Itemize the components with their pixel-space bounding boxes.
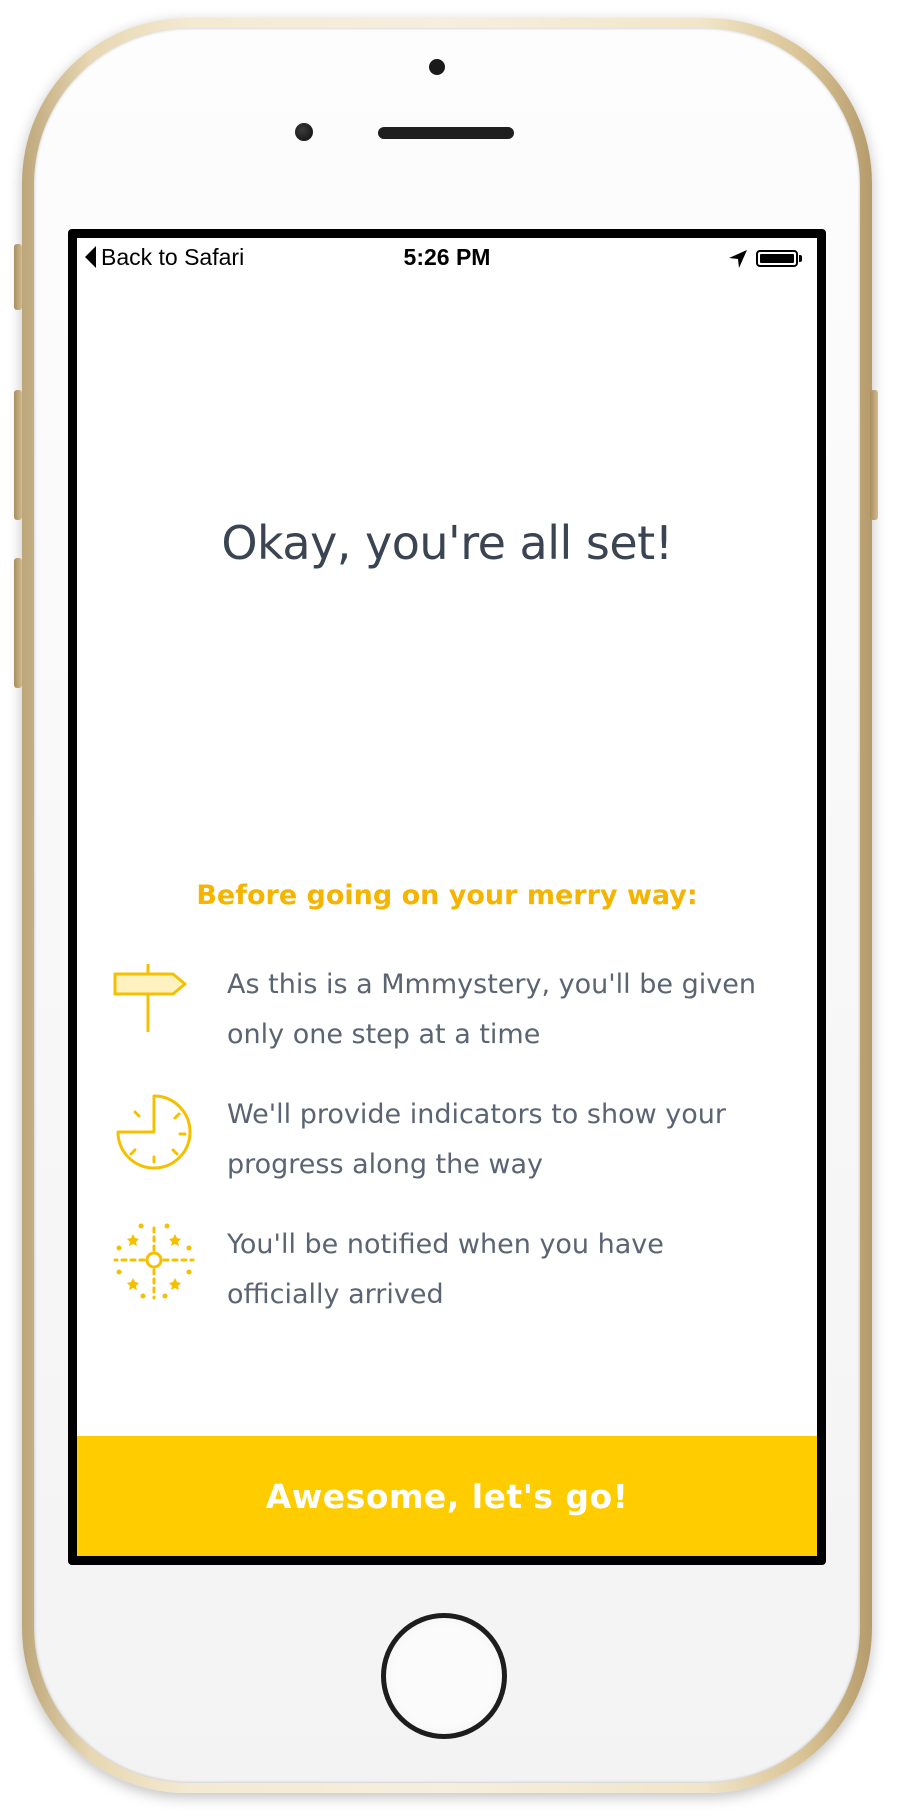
app-screen: Back to Safari 5:26 PM Okay, you're all …	[77, 238, 817, 1556]
battery-tip	[799, 255, 802, 262]
status-time: 5:26 PM	[403, 244, 491, 270]
battery-level	[760, 254, 794, 263]
tip-text-line: only one step at a time	[227, 1019, 541, 1050]
location-arrow-icon	[729, 250, 747, 268]
tip-text-line: We'll provide indicators to show your	[227, 1099, 726, 1130]
tip-item-arrival: You'll be notified when you have officia…	[77, 1220, 817, 1330]
status-bar: Back to Safari 5:26 PM	[77, 238, 817, 278]
side-button-volume-down	[14, 558, 22, 688]
timer-icon	[116, 1094, 192, 1170]
tip-text: We'll provide indicators to show your pr…	[227, 1090, 787, 1190]
side-button-volume-up	[14, 390, 22, 520]
section-subtitle: Before going on your merry way:	[196, 880, 698, 911]
earpiece-speaker	[378, 127, 514, 139]
side-button-power	[870, 390, 878, 520]
battery-icon	[756, 250, 798, 267]
tip-item-steps: As this is a Mmmystery, you'll be given …	[77, 960, 817, 1070]
tip-item-progress: We'll provide indicators to show your pr…	[77, 1090, 817, 1200]
front-camera	[429, 59, 445, 75]
tip-text: As this is a Mmmystery, you'll be given …	[227, 960, 787, 1060]
proximity-sensor	[295, 123, 313, 141]
side-button-mute	[14, 244, 22, 310]
tip-text: You'll be notified when you have officia…	[227, 1220, 787, 1320]
tip-text-line: You'll be notified when you have	[227, 1229, 664, 1260]
tip-text-line: As this is a Mmmystery, you'll be given	[227, 969, 756, 1000]
tip-text-line: officially arrived	[227, 1279, 444, 1310]
awesome-lets-go-button[interactable]: Awesome, let's go!	[77, 1436, 817, 1556]
page-title: Okay, you're all set!	[221, 516, 673, 570]
signpost-icon	[113, 964, 187, 1032]
fireworks-icon	[113, 1222, 195, 1300]
home-button[interactable]	[381, 1613, 507, 1739]
tip-text-line: progress along the way	[227, 1149, 544, 1180]
